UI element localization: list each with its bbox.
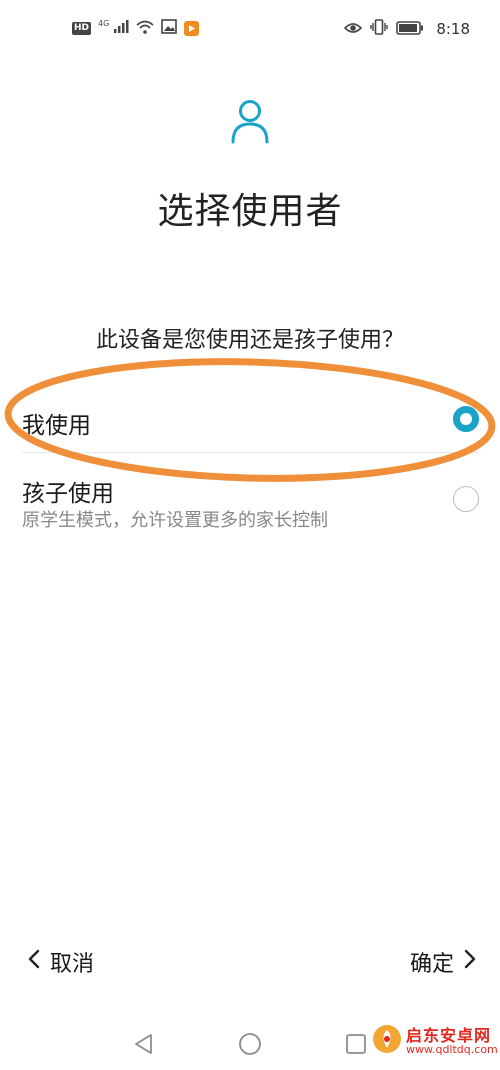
confirm-button-label: 确定 [409, 952, 454, 977]
clock: 8:18 [436, 20, 470, 38]
network-type-label: 4G [98, 19, 110, 28]
radio-selected-icon[interactable] [453, 406, 479, 432]
option-child-use-label: 孩子使用 [22, 481, 114, 507]
signal-icon [113, 19, 129, 38]
confirm-button[interactable]: 确定 [410, 945, 476, 979]
watermark-text: 启东安卓网 www.qdltdq.com [406, 1025, 498, 1056]
cancel-button-label: 取消 [50, 952, 95, 977]
watermark: 启东安卓网 www.qdltdq.com [372, 1024, 498, 1058]
status-bar-right: 8:18 [344, 19, 470, 39]
status-bar: HD 4G 8:18 [0, 0, 500, 56]
option-self-use[interactable]: 我使用 [0, 392, 500, 452]
hd-icon: HD [72, 22, 92, 35]
cancel-button[interactable]: 取消 [28, 945, 94, 979]
battery-icon [396, 20, 424, 39]
option-child-use-description: 原学生模式，允许设置更多的家长控制 [22, 510, 328, 531]
radio-unselected-icon[interactable] [453, 486, 479, 512]
option-child-use[interactable]: 孩子使用 原学生模式，允许设置更多的家长控制 [0, 462, 500, 532]
gallery-icon [161, 19, 178, 38]
vibrate-icon [370, 19, 389, 39]
app-icon [184, 21, 200, 36]
option-self-use-label: 我使用 [22, 413, 91, 439]
watermark-title: 启东安卓网 [406, 1025, 492, 1045]
status-bar-left: HD 4G [72, 19, 200, 38]
home-icon[interactable] [238, 1032, 262, 1060]
eye-icon [344, 20, 363, 39]
page-title: 选择使用者 [157, 191, 343, 232]
back-icon[interactable] [132, 1032, 156, 1060]
divider [22, 452, 478, 453]
question-text: 此设备是您使用还是孩子使用？ [95, 328, 404, 353]
recents-icon[interactable] [344, 1032, 368, 1060]
wifi-icon [136, 19, 154, 38]
chevron-left-icon [28, 949, 40, 975]
chevron-right-icon [464, 949, 476, 975]
person-icon [230, 98, 270, 144]
watermark-url: www.qdltdq.com [406, 1042, 498, 1056]
watermark-logo-icon [372, 1024, 402, 1058]
